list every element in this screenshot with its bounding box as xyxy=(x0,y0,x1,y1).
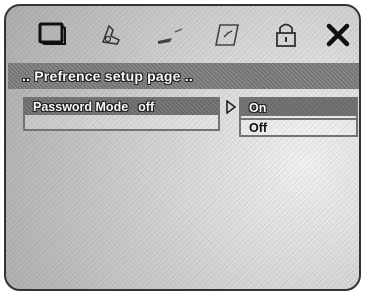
option-off[interactable]: Off xyxy=(241,118,356,135)
password-mode-options: On Off xyxy=(239,97,358,137)
password-mode-row[interactable]: Password Mode off xyxy=(25,99,218,115)
page-title: .. Prefrence setup page .. xyxy=(22,68,193,84)
monitor-icon[interactable] xyxy=(34,20,70,50)
selection-pointer-icon xyxy=(226,100,237,114)
close-icon[interactable] xyxy=(320,20,356,50)
toolbar xyxy=(6,6,359,62)
video-icon[interactable] xyxy=(152,20,188,50)
speaker-icon[interactable] xyxy=(94,20,130,50)
lock-icon[interactable] xyxy=(268,20,304,50)
password-mode-value: off xyxy=(138,100,155,114)
preference-icon[interactable] xyxy=(208,20,244,50)
page-title-bar: .. Prefrence setup page .. xyxy=(8,63,359,89)
option-on[interactable]: On xyxy=(241,99,356,116)
settings-list: Password Mode off xyxy=(23,97,220,131)
password-mode-label: Password Mode xyxy=(33,100,129,114)
setup-screen: .. Prefrence setup page .. Password Mode… xyxy=(4,4,361,291)
